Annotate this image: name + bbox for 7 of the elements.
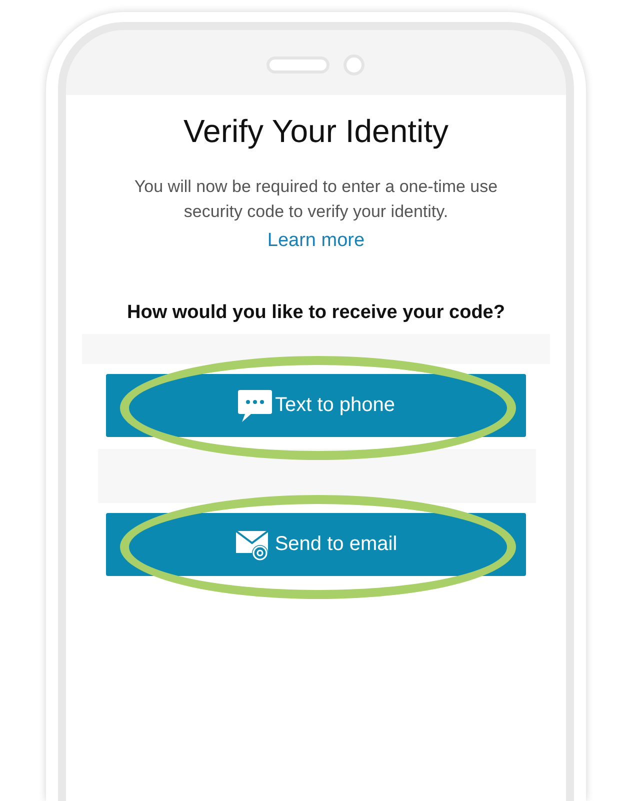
email-option-button[interactable]: Send to email <box>106 513 526 576</box>
phone-option-button[interactable]: Text to phone <box>106 374 526 437</box>
page-title: Verify Your Identity <box>183 113 449 150</box>
learn-more-link[interactable]: Learn more <box>267 230 365 252</box>
chat-bubble-icon <box>236 388 273 422</box>
question-text: How would you like to receive your code? <box>127 302 505 324</box>
description-text: You will now be required to enter a one-time use security code to verify your identity. <box>133 176 499 223</box>
